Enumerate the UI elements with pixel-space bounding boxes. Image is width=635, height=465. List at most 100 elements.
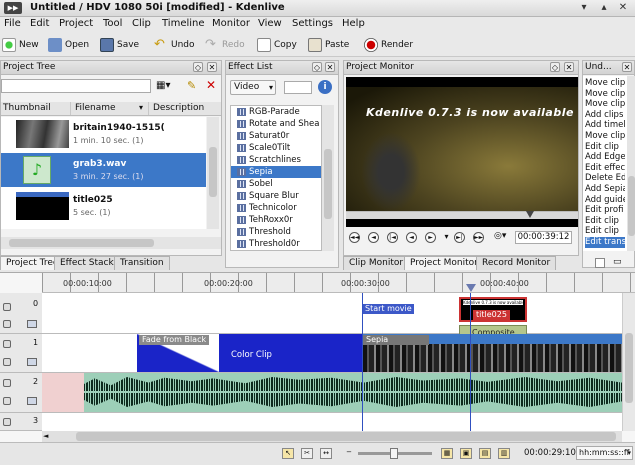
undo-item[interactable]: Edit clip [585, 142, 625, 153]
render-button[interactable]: Render [364, 36, 413, 54]
effect-search-input[interactable] [284, 81, 312, 94]
paste-button[interactable]: Paste [308, 36, 349, 54]
vertical-scrollbar[interactable] [627, 76, 635, 251]
lock-icon[interactable] [3, 303, 11, 311]
undo-item[interactable]: Move clip [585, 78, 625, 89]
show-markers-icon[interactable]: ▤ [479, 448, 491, 459]
list-item[interactable]: RGB-Parade [249, 106, 329, 118]
app-icon[interactable]: ▶▶ [4, 2, 22, 14]
menu-tool[interactable]: Tool [103, 18, 122, 29]
list-item[interactable]: Threshold0r [249, 238, 329, 250]
list-item[interactable]: Technicolor [249, 202, 329, 214]
undo-item[interactable]: Add Sepia [585, 184, 625, 195]
play-icon[interactable]: ► [425, 232, 436, 243]
column-filename[interactable]: Filename [73, 102, 149, 115]
show-audio-icon[interactable]: ▥ [498, 448, 510, 459]
list-item-selected[interactable]: ♪ grab3.wav 3 min. 27 sec. (1) [1, 153, 206, 187]
list-item-selected[interactable]: Sepia [249, 166, 329, 178]
menu-view[interactable]: View [258, 18, 282, 29]
tab-clip-monitor[interactable]: Clip Monitor [343, 256, 410, 270]
undo-item[interactable]: Edit effect [585, 163, 625, 174]
maximize-icon[interactable]: ▴ [598, 2, 610, 14]
video-preview[interactable]: Kdenlive 0.7.3 is now available [346, 77, 578, 227]
list-item[interactable]: Square Blur [249, 190, 329, 202]
rewind-icon[interactable]: ◄ [368, 232, 379, 243]
delete-clip-icon[interactable]: ✕ [206, 78, 216, 92]
vertical-scrollbar[interactable] [207, 117, 219, 229]
list-item[interactable]: Rotate and Shea [249, 118, 329, 130]
float-icon[interactable]: ◇ [193, 62, 203, 72]
effect-type-select[interactable]: Video ▾ [230, 80, 276, 95]
zoom-slider[interactable] [358, 448, 432, 459]
select-tool-icon[interactable]: ↖ [282, 448, 294, 459]
undo-item[interactable]: Add guide [585, 195, 625, 206]
audio-mute-icon[interactable] [3, 358, 11, 366]
scroll-left-icon[interactable]: ◄ [43, 432, 52, 441]
save-button[interactable]: Save [100, 36, 139, 54]
open-button[interactable]: Open [48, 36, 89, 54]
vertical-scrollbar[interactable] [322, 105, 334, 251]
show-thumbnails-icon[interactable]: ▣ [460, 448, 472, 459]
float-icon[interactable]: ◇ [550, 62, 560, 72]
undo-item[interactable]: Edit clip [585, 226, 625, 237]
video-toggle-icon[interactable] [27, 397, 37, 405]
video-toggle-icon[interactable] [27, 320, 37, 328]
menu-clip[interactable]: Clip [132, 18, 151, 29]
float-icon[interactable]: ◇ [312, 62, 322, 72]
undo-item-selected[interactable]: Edit trans [585, 237, 625, 248]
add-clip-icon[interactable]: ▦▾ [156, 80, 170, 91]
menu-help[interactable]: Help [342, 18, 365, 29]
video-toggle-icon[interactable] [27, 358, 37, 366]
menu-settings[interactable]: Settings [292, 18, 333, 29]
position-slider[interactable] [346, 211, 578, 219]
undo-item[interactable]: Move clip [585, 99, 625, 110]
undo-button[interactable]: ↶ Undo [154, 36, 195, 54]
undo-item[interactable]: Add clips [585, 110, 625, 121]
skip-end-icon[interactable]: ►► [473, 232, 484, 243]
timeline-ruler[interactable] [42, 273, 635, 293]
search-input[interactable] [1, 79, 151, 93]
undo-item[interactable]: Add Edge [585, 152, 625, 163]
audio-mute-icon[interactable] [3, 320, 11, 328]
fade-from-black-clip[interactable]: Fade from Black Color Clip [137, 334, 363, 372]
close-panel-icon[interactable]: ✕ [325, 62, 335, 72]
undo-item[interactable]: Edit clip [585, 216, 625, 227]
timecode-format-select[interactable]: hh:mm:ss::ff ▾ [576, 446, 633, 460]
undo-settings-icon[interactable]: ▭ [613, 257, 625, 269]
lock-icon[interactable] [3, 379, 11, 387]
menu-edit[interactable]: Edit [30, 18, 49, 29]
play-menu-chevron-icon[interactable]: ▾ [441, 232, 452, 243]
close-panel-icon[interactable]: ✕ [564, 62, 574, 72]
list-item[interactable]: Scratchlines [249, 154, 329, 166]
guide-label[interactable]: Start movie [363, 304, 414, 314]
list-item[interactable]: Sobel [249, 178, 329, 190]
step-forward-icon[interactable]: ►| [454, 232, 465, 243]
timeline-vertical-scrollbar[interactable] [622, 293, 635, 431]
copy-button[interactable]: Copy [257, 36, 297, 54]
spacer-tool-icon[interactable]: ↔ [320, 448, 332, 459]
list-item[interactable]: TehRoxx0r [249, 214, 329, 226]
close-panel-icon[interactable]: ✕ [622, 62, 632, 72]
list-item[interactable]: britain1940-1515( 1 min. 10 sec. (1) [1, 117, 206, 151]
playhead-marker-icon[interactable] [466, 284, 476, 292]
step-back-icon[interactable]: ◄ [406, 232, 417, 243]
minimize-icon[interactable]: ▾ [578, 2, 590, 14]
monitor-timecode-field[interactable]: 00:00:39:12 [515, 231, 572, 244]
tab-project-monitor[interactable]: Project Monitor [404, 256, 484, 270]
audio-mute-icon[interactable] [3, 397, 11, 405]
undo-item[interactable]: Move clip [585, 131, 625, 142]
zoom-slider-handle-icon[interactable] [390, 448, 398, 459]
sepia-clip[interactable]: Sepia [363, 334, 622, 372]
column-thumbnail[interactable]: Thumbnail [1, 102, 71, 115]
zoom-out-icon[interactable]: − [343, 448, 355, 459]
redo-button[interactable]: ↷ Redo [205, 36, 245, 54]
tab-effect-stack[interactable]: Effect Stack [54, 256, 120, 270]
slider-handle-icon[interactable] [526, 211, 534, 218]
new-button[interactable]: New [2, 36, 39, 54]
prev-frame-icon[interactable]: |◄ [387, 232, 398, 243]
undo-item[interactable]: Move clip [585, 89, 625, 100]
audio-clip[interactable] [42, 373, 622, 412]
edit-clip-icon[interactable]: ✎ [187, 79, 196, 92]
menu-file[interactable]: File [4, 18, 21, 29]
undo-item[interactable]: Add timel [585, 120, 625, 131]
